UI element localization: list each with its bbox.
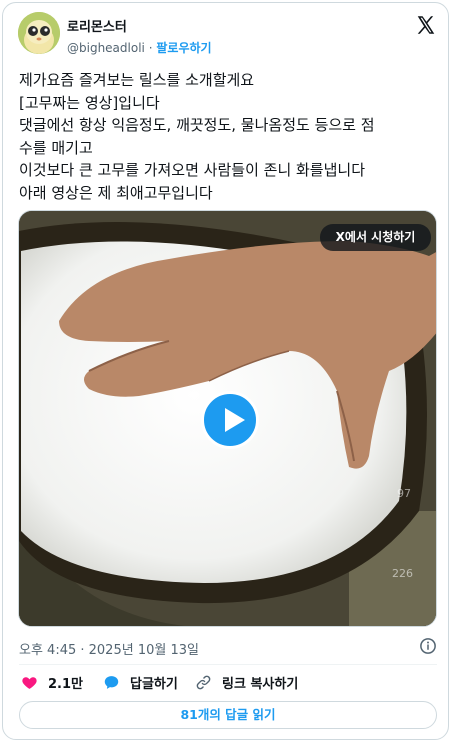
tweet-line: 이것보다 큰 고무를 가져오면 사람들이 존니 화를냅니다	[19, 161, 366, 179]
handle-separator: ·	[148, 41, 153, 55]
video-player[interactable]: X에서 시청하기 97 226	[18, 210, 437, 627]
tweet-line: 아래 영상은 제 최애고무입니다	[19, 183, 213, 202]
tweet-line: 수를 매기고	[19, 138, 93, 157]
follow-button[interactable]: 팔로우하기	[156, 41, 211, 55]
tweet-text: 제가요즘 즐겨보는 릴스를 소개할게요 [고무짜는 영상]입니다 댓글에선 항상…	[19, 69, 441, 204]
author-handle[interactable]: @bigheadloli	[67, 41, 145, 55]
overlay-count: 97	[397, 487, 411, 500]
info-icon[interactable]	[419, 637, 437, 655]
play-button[interactable]	[201, 391, 259, 449]
heart-icon	[22, 677, 37, 689]
tweet-line: [고무짜는 영상]입니다	[19, 93, 160, 112]
avatar[interactable]	[18, 12, 60, 54]
x-logo-icon[interactable]	[415, 14, 437, 36]
copy-link-label: 링크 복사하기	[222, 677, 299, 692]
author-handle-row: @bigheadloli · 팔로우하기	[67, 39, 212, 56]
reply-button[interactable]: 답글하기	[103, 673, 178, 692]
link-icon	[196, 675, 211, 690]
play-icon	[225, 408, 245, 432]
overlay-count: 226	[392, 567, 413, 580]
author-display-name[interactable]: 로리몬스터	[67, 16, 127, 35]
divider	[19, 664, 437, 665]
reply-bubble-icon	[104, 676, 119, 689]
avatar-image	[18, 12, 60, 54]
watch-on-x-button[interactable]: X에서 시청하기	[320, 224, 431, 251]
reply-label: 답글하기	[130, 677, 178, 692]
read-replies-button[interactable]: 81개의 답글 읽기	[19, 701, 437, 729]
tweet-line: 제가요즘 즐겨보는 릴스를 소개할게요	[19, 71, 255, 89]
tweet-timestamp[interactable]: 오후 4:45 · 2025년 10월 13일	[19, 639, 199, 658]
tweet-line: 댓글에선 항상 익음정도, 깨끗정도, 물나옴정도 등으로 점	[19, 116, 375, 134]
copy-link-button[interactable]: 링크 복사하기	[195, 673, 298, 692]
like-count: 2.1만	[48, 677, 83, 692]
like-button[interactable]: 2.1만	[21, 673, 83, 692]
tweet-card[interactable]: 로리몬스터 @bigheadloli · 팔로우하기 제가요즘 즐겨보는 릴스를…	[2, 2, 449, 740]
